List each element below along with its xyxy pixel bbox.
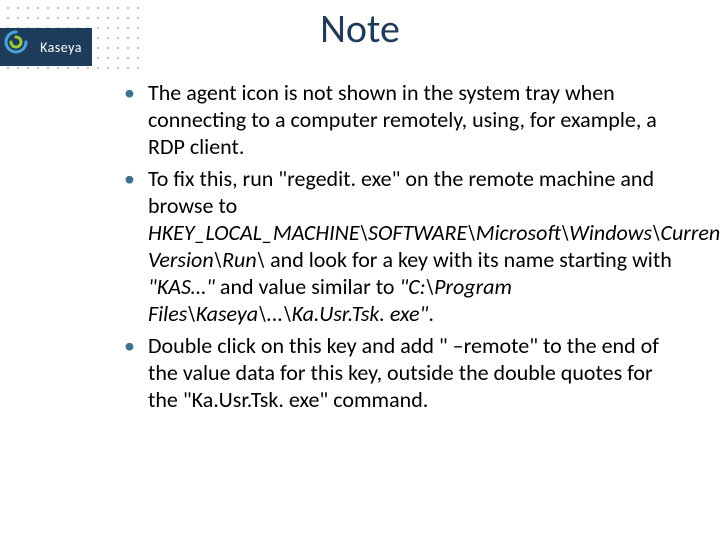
bullet-2-suffix: .: [428, 300, 434, 327]
bullet-2-prefix: To fix this, run "regedit. exe" on the r…: [148, 165, 654, 219]
bullet-3-text: Double click on this key and add " –remo…: [148, 332, 659, 413]
bullet-2-kas: "KAS…": [148, 273, 220, 300]
bullet-1: The agent icon is not shown in the syste…: [120, 80, 680, 160]
bullet-1-text: The agent icon is not shown in the syste…: [148, 79, 657, 160]
swirl-icon: [4, 30, 28, 54]
slide: Kaseya Note The agent icon is not shown …: [0, 0, 720, 540]
brand-name: Kaseya: [40, 39, 82, 56]
bullet-3: Double click on this key and add " –remo…: [120, 333, 680, 413]
bullet-2-mid2: and value similar to: [220, 273, 400, 300]
slide-body: The agent icon is not shown in the syste…: [120, 80, 680, 420]
bullet-2-mid1: and look for a key with its name startin…: [265, 246, 672, 273]
bullet-2: To fix this, run "regedit. exe" on the r…: [120, 166, 680, 327]
